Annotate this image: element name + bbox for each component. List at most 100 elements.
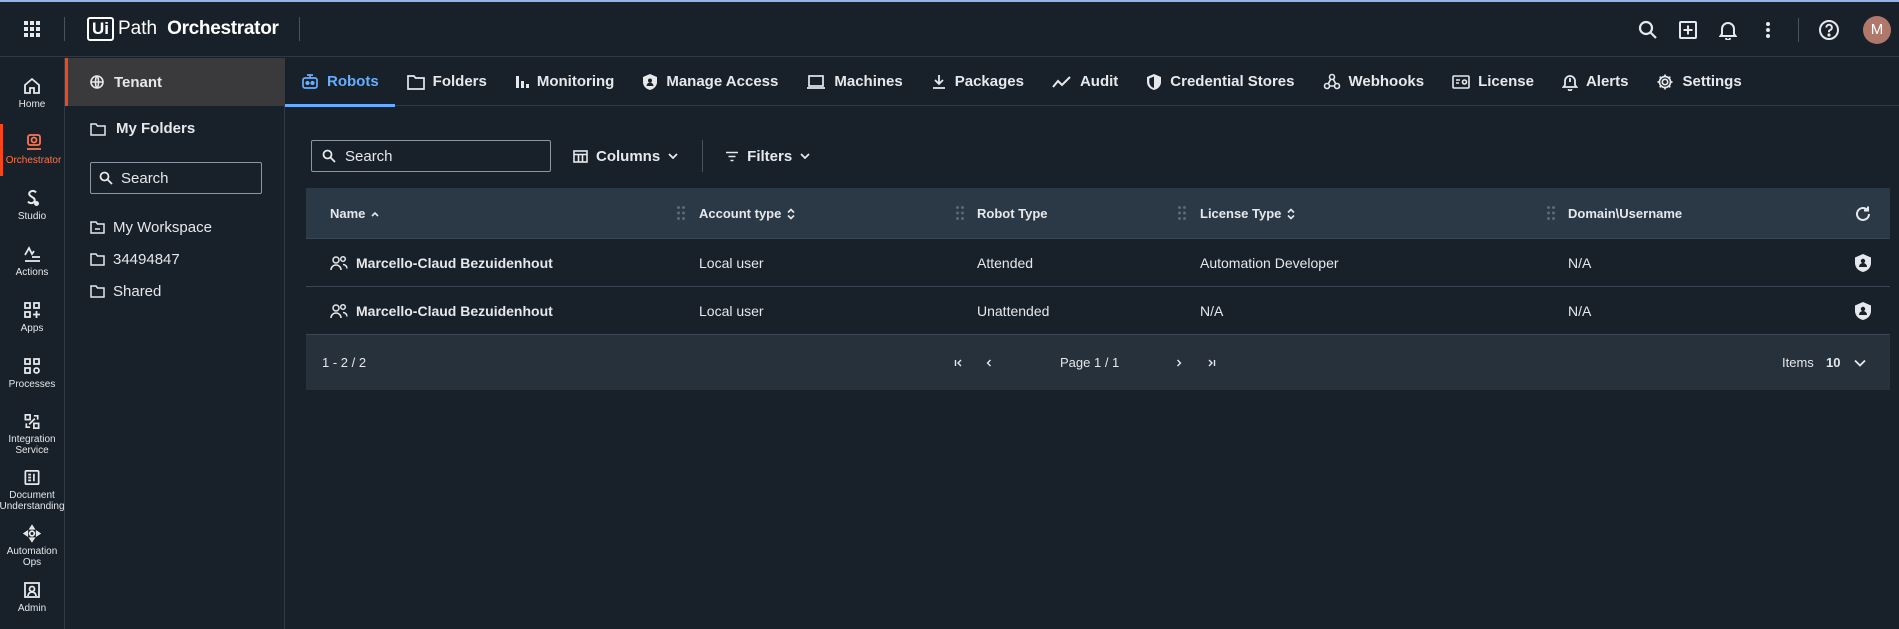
column-resize-handle-icon[interactable] [676,205,686,221]
tab-robots[interactable]: Robots [285,58,395,107]
column-resize-handle-icon[interactable] [1177,205,1187,221]
nav-document-understanding[interactable]: Document Understanding [0,460,65,512]
nav-integration-service[interactable]: Integration Service [0,404,64,456]
tab-settings[interactable]: Settings [1656,58,1755,106]
column-title: Name [330,206,366,221]
folder-item-34494847[interactable]: 34494847 [90,251,180,268]
tab-alerts[interactable]: Alerts [1561,58,1643,106]
items-per-page-select[interactable]: 10 [1826,335,1840,390]
app-launcher-icon[interactable] [0,2,64,57]
items-per-page-dropdown[interactable] [1854,335,1866,390]
tab-manage-access[interactable]: Manage Access [642,58,792,106]
gear-icon [1657,74,1673,89]
tab-credential-stores[interactable]: Credential Stores [1146,58,1308,106]
folder-search-input[interactable]: Search [90,162,262,194]
chevron-right-icon [1177,359,1182,366]
tenant-item[interactable]: Tenant [65,58,285,106]
column-title: Domain\Username [1568,206,1683,221]
webhook-icon [1323,73,1340,89]
column-header-domain-username[interactable]: Domain\Username [1568,188,1682,239]
tab-label: Manage Access [666,73,779,90]
shield-user-icon [1855,302,1871,320]
tab-machines[interactable]: Machines [806,58,916,106]
folder-panel: Tenant My Folders Search My Workspace 34… [65,58,285,629]
columns-button[interactable]: Columns [573,148,678,165]
row-range: 1 - 2 / 2 [322,355,367,370]
column-header-account-type[interactable]: Account type [699,188,795,239]
robots-grid: Name Account type Robot Type License Typ… [306,188,1890,390]
tab-folders[interactable]: Folders [406,58,501,106]
nav-orchestrator[interactable]: Orchestrator [0,124,64,176]
nav-label: Studio [17,211,47,222]
tab-audit[interactable]: Audit [1052,58,1132,106]
search-icon[interactable] [1628,10,1668,50]
column-header-robot-type[interactable]: Robot Type [977,188,1048,239]
sort-both-icon [1287,207,1295,220]
apps-icon [24,302,40,318]
column-header-name[interactable]: Name [330,188,379,239]
main-content: Robots Folders Monitoring Manage Access … [285,58,1899,629]
nav-processes[interactable]: Processes [0,348,64,400]
chevron-down-icon [1854,359,1866,367]
help-icon[interactable] [1809,10,1849,50]
previous-page-button[interactable] [986,335,992,390]
grid-header: Name Account type Robot Type License Typ… [306,188,1890,239]
column-resize-handle-icon[interactable] [1546,205,1556,221]
my-folders-item[interactable]: My Folders [90,120,195,137]
chevron-left-icon [986,359,991,366]
nav-automation-ops[interactable]: Automation Ops [0,516,64,568]
items-per-page-label: Items [1782,355,1814,370]
user-avatar[interactable]: M [1863,15,1891,44]
row-action-button[interactable] [1854,287,1872,335]
folder-item-my-workspace[interactable]: My Workspace [90,219,212,236]
tab-label: Alerts [1585,73,1629,90]
next-page-button[interactable] [1176,335,1182,390]
account-type-cell: Local user [699,303,764,319]
nav-apps[interactable]: Apps [0,292,64,344]
last-page-button[interactable] [1206,335,1216,390]
top-actions: M [1628,2,1899,57]
row-action-button[interactable] [1854,239,1872,287]
grid-search-placeholder: Search [345,147,393,165]
folder-icon [90,122,106,136]
notifications-bell-icon[interactable] [1708,10,1748,50]
add-icon[interactable] [1668,10,1708,50]
first-page-button[interactable] [954,335,964,390]
robot-icon [302,73,318,89]
nav-label: Integration Service [8,434,56,456]
tab-license[interactable]: License [1452,58,1548,106]
table-row[interactable]: Marcello-Claud Bezuidenhout Local user U… [306,287,1890,335]
tab-label: Audit [1079,73,1119,90]
tab-packages[interactable]: Packages [931,58,1038,106]
nav-admin[interactable]: Admin [0,572,64,624]
brand-mark: Ui [87,17,114,41]
search-icon [99,171,113,185]
nav-studio[interactable]: Studio [0,180,64,232]
nav-home[interactable]: Home [0,68,64,120]
nav-actions[interactable]: Actions [0,236,64,288]
more-vertical-icon[interactable] [1748,10,1788,50]
column-resize-handle-icon[interactable] [955,205,965,221]
sort-ascending-icon [371,211,379,217]
filters-button[interactable]: Filters [725,148,810,165]
column-header-license-type[interactable]: License Type [1200,188,1295,239]
tab-webhooks[interactable]: Webhooks [1323,58,1439,106]
bar-chart-icon [515,75,529,88]
refresh-button[interactable] [1854,188,1872,239]
tab-monitoring[interactable]: Monitoring [515,58,628,106]
tab-label: Credential Stores [1170,73,1295,90]
divider [702,140,704,172]
folder-item-shared[interactable]: Shared [90,283,161,300]
table-row[interactable]: Marcello-Claud Bezuidenhout Local user A… [306,239,1890,287]
sort-both-icon [787,207,795,220]
chevron-down-icon [800,153,810,159]
folder-label: My Workspace [113,219,212,236]
grid-search-input[interactable]: Search [311,140,551,172]
brand-logo[interactable]: Ui Path Orchestrator [87,17,279,41]
robot-name: Marcello-Claud Bezuidenhout [356,255,553,271]
shield-user-icon [1855,254,1871,272]
robot-name-cell: Marcello-Claud Bezuidenhout [330,287,553,335]
nav-label: Home [18,99,46,110]
folder-label: 34494847 [113,251,180,268]
tab-label: Monitoring [536,73,615,90]
